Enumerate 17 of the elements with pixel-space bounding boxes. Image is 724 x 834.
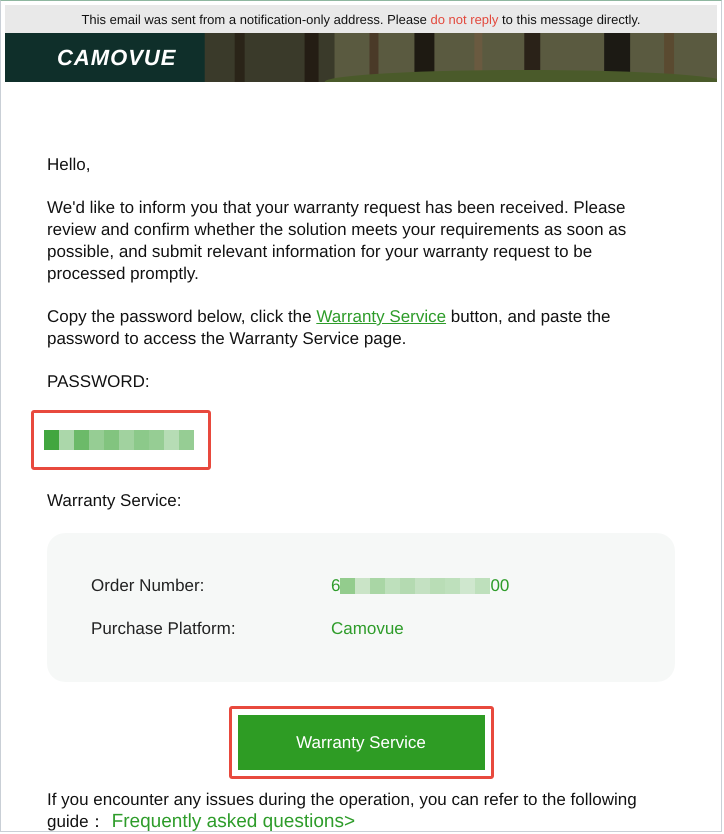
password-label: PASSWORD: xyxy=(47,371,151,393)
notice-text: This email was sent from a notification-only address. Please do not reply to this message directly. xyxy=(81,12,641,26)
detail-value: 6 xyxy=(331,575,340,597)
warranty-service-link[interactable]: Warranty Service xyxy=(316,307,446,326)
service-label: Warranty Service: xyxy=(47,490,182,512)
detail-label: Purchase Platform: xyxy=(91,618,237,640)
footer-text: If you encounter any issues during the operation, you can refer to the following guide： Frequently asked questions> xyxy=(47,789,638,831)
detail-value: Camovue xyxy=(331,618,404,640)
paragraph: We'd like to inform you that your warranty request has been received. Please review and confirm whether the solution meets your requirements as soon as possible, and submit relevant information for your warranty request to be processed promptly. xyxy=(47,197,628,285)
paragraph: Copy the password below, click the Warranty Service button, and paste the password to access the Warranty Service page. xyxy=(47,306,612,350)
detail-value: 00 xyxy=(490,575,510,597)
faq-link[interactable]: Frequently asked questions> xyxy=(112,811,356,831)
greeting: Hello, xyxy=(47,154,92,176)
logo: CAMOVUE xyxy=(57,45,176,71)
do-not-reply-link[interactable]: do not reply xyxy=(430,12,498,26)
detail-label: Order Number: xyxy=(91,575,206,597)
warranty-service-button[interactable]: Warranty Service xyxy=(238,715,484,770)
